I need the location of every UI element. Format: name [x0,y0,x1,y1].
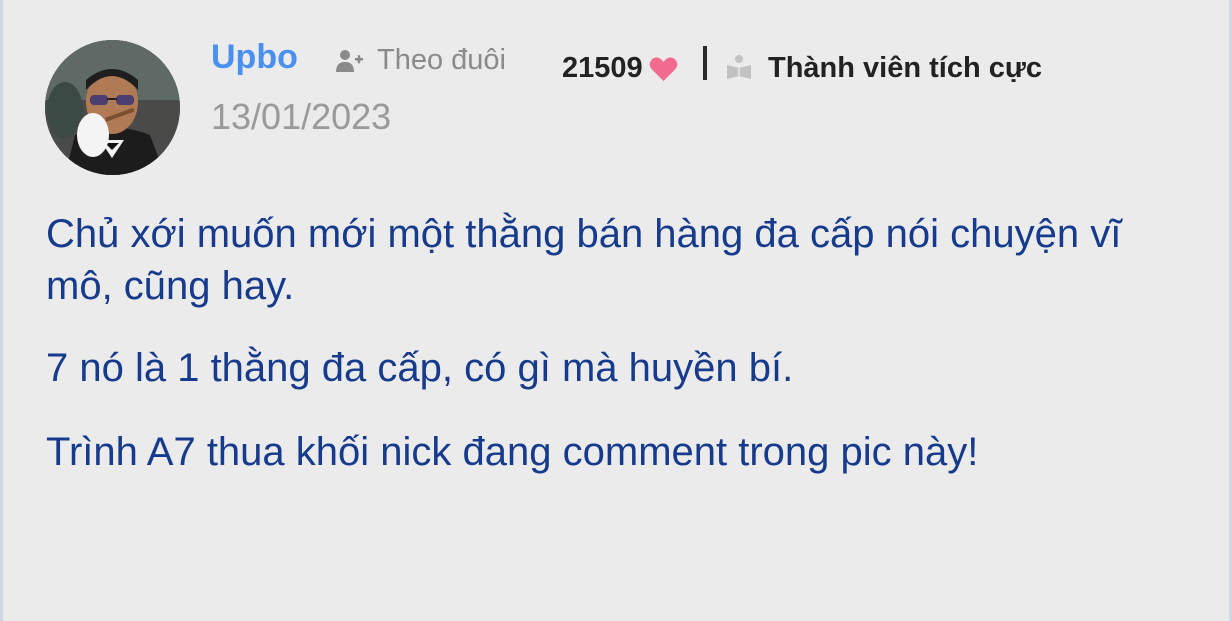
post-date: 13/01/2023 [211,96,392,137]
member-rank: Thành viên tích cực [768,52,1042,84]
divider [703,46,707,80]
points-value: 21509 [562,52,643,84]
post-paragraph: Chủ xới muốn mới một thằng bán hàng đa c… [46,212,1122,308]
author-name[interactable]: Upbo [211,38,298,77]
reading-book-icon [727,55,751,79]
heart-icon [649,56,677,81]
user-plus-icon [336,49,363,72]
avatar[interactable] [45,40,180,175]
follow-label: Theo đuôi [377,44,506,76]
follow-button[interactable]: Theo đuôi [335,44,506,77]
post-card: Upbo Theo đuôi 21509 Thành viên tích cực… [0,0,1231,621]
avatar-photo [45,40,180,175]
post-paragraph: Trình A7 thua khối nick đang comment tro… [46,430,979,474]
reaction-points: 21509 [562,52,678,85]
post-paragraph: 7 nó là 1 thằng đa cấp, có gì mà huyền b… [46,346,794,390]
post-body: Chủ xới muốn mới một thằng bán hàng đa c… [46,208,1166,510]
